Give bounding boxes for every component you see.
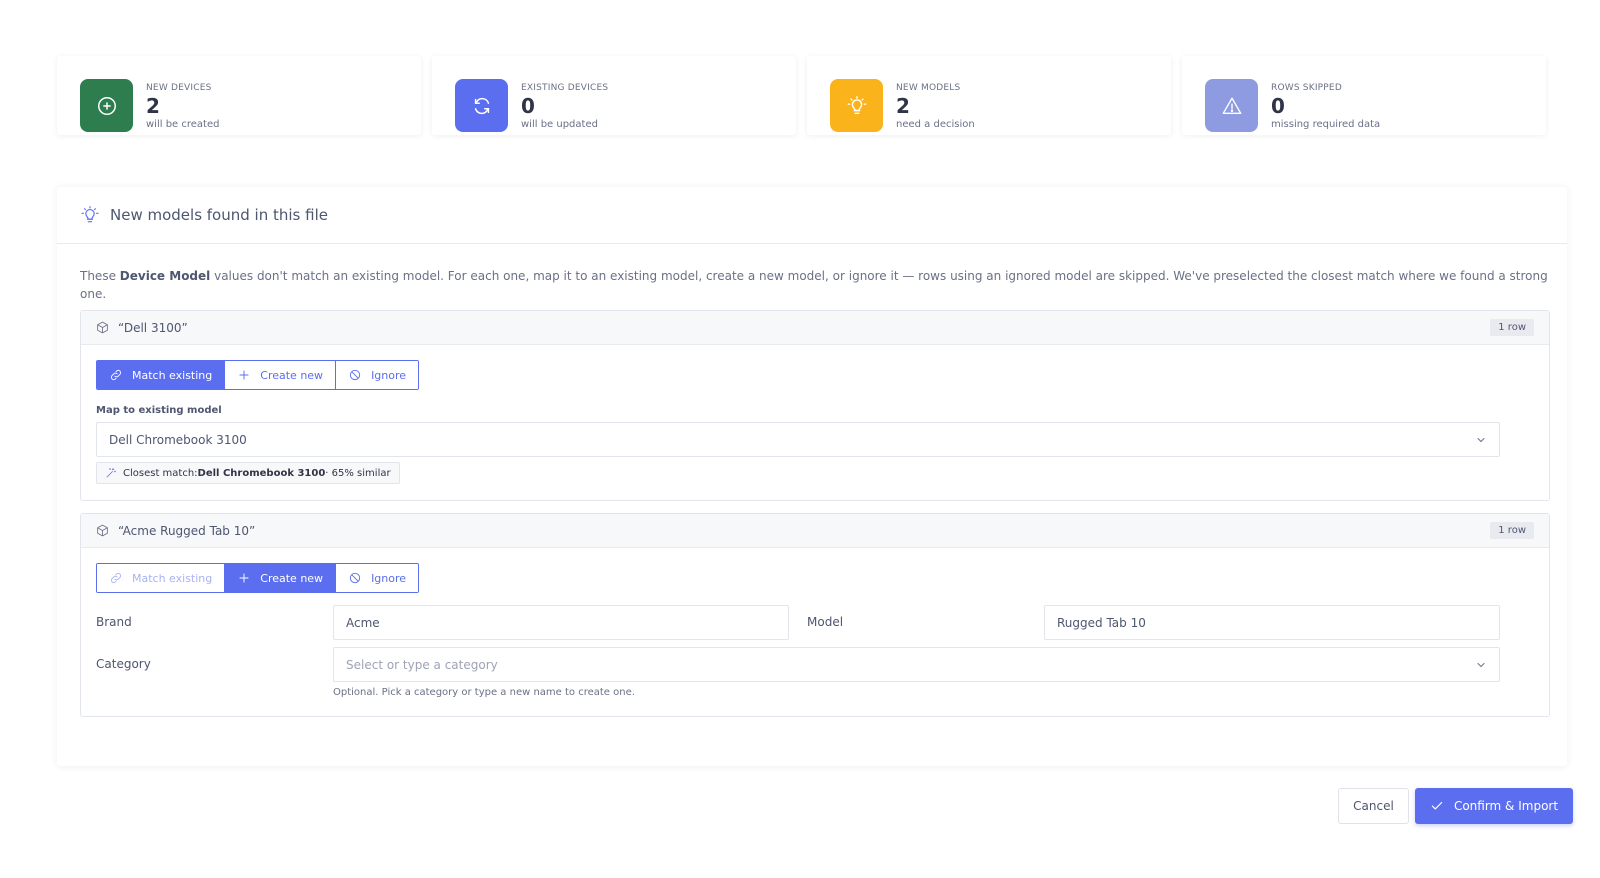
category-help-text: Optional. Pick a category or type a new … (333, 687, 635, 698)
stat-card-new-devices: NEW DEVICES 2 will be created (57, 56, 421, 135)
warning-icon (1205, 79, 1258, 132)
row-count-badge: 1 row (1490, 319, 1534, 336)
cube-icon (97, 321, 108, 334)
cancel-button[interactable]: Cancel (1338, 788, 1409, 824)
stat-card-rows-skipped: ROWS SKIPPED 0 missing required data (1182, 56, 1546, 135)
model-card-header: “Dell 3100” 1 row (81, 311, 1549, 345)
stat-label: NEW DEVICES (146, 83, 212, 93)
ignore-button[interactable]: Ignore (336, 564, 419, 592)
new-models-panel: New models found in this file These Devi… (57, 187, 1567, 766)
category-select[interactable]: Select or type a category (333, 647, 1500, 682)
stat-sub: need a decision (896, 119, 975, 130)
confirm-import-button[interactable]: Confirm & Import (1415, 788, 1573, 824)
lightbulb-icon (81, 206, 99, 223)
stat-value: 0 (521, 94, 535, 118)
link-icon (111, 370, 121, 380)
plus-icon (239, 370, 249, 380)
cube-icon (97, 524, 108, 537)
magic-wand-icon (106, 468, 116, 478)
stat-card-existing-devices: EXISTING DEVICES 0 will be updated (432, 56, 796, 135)
match-existing-button[interactable]: Match existing (97, 361, 226, 389)
chevron-down-icon (1477, 438, 1485, 443)
create-new-button[interactable]: Create new (225, 361, 337, 389)
check-icon (1431, 801, 1443, 810)
ban-icon (349, 572, 361, 584)
ban-icon (349, 369, 361, 381)
existing-model-select[interactable]: Dell Chromebook 3100 (96, 422, 1500, 457)
stat-label: NEW MODELS (896, 83, 961, 93)
stat-sub: missing required data (1271, 119, 1381, 130)
resolution-toggle: Match existing Create new Ignore (96, 360, 420, 390)
intro-text: These Device Model values don't match an… (80, 269, 1548, 301)
model-card-header: “Acme Rugged Tab 10” 1 row (81, 514, 1549, 548)
closest-match-hint: Closest match: Dell Chromebook 3100 · 65… (96, 462, 400, 484)
link-icon (111, 573, 121, 583)
model-card-acme-rugged-tab: “Acme Rugged Tab 10” 1 row Match existin… (80, 513, 1550, 717)
resolution-toggle: Match existing Create new Ignore (96, 563, 420, 593)
stat-card-new-models: NEW MODELS 2 need a decision (807, 56, 1171, 135)
model-label: Model (807, 615, 844, 629)
stat-label: ROWS SKIPPED (1271, 83, 1342, 93)
lightbulb-icon (830, 79, 883, 132)
model-field[interactable]: Rugged Tab 10 (1044, 605, 1500, 640)
model-card-dell-3100: “Dell 3100” 1 row Match existing Create … (80, 310, 1550, 501)
create-new-button[interactable]: Create new (225, 564, 337, 592)
stat-sub: will be updated (521, 119, 598, 130)
refresh-icon (455, 79, 508, 132)
stat-value: 0 (1271, 94, 1285, 118)
category-label: Category (96, 657, 151, 671)
map-label: Map to existing model (96, 405, 222, 416)
brand-label: Brand (96, 615, 132, 629)
stat-sub: will be created (146, 119, 220, 130)
match-existing-button[interactable]: Match existing (97, 564, 226, 592)
stat-label: EXISTING DEVICES (521, 83, 609, 93)
brand-field[interactable]: Acme (333, 605, 789, 640)
stat-value: 2 (896, 94, 910, 118)
stat-value: 2 (146, 94, 160, 118)
model-name: “Acme Rugged Tab 10” (118, 523, 256, 538)
plus-circle-icon (80, 79, 133, 132)
plus-icon (239, 573, 249, 583)
ignore-button[interactable]: Ignore (336, 361, 419, 389)
model-name: “Dell 3100” (118, 320, 188, 335)
row-count-badge: 1 row (1490, 522, 1534, 539)
panel-title: New models found in this file (110, 206, 328, 224)
chevron-down-icon (1477, 663, 1485, 668)
stats-row: NEW DEVICES 2 will be created EXISTING D… (57, 56, 1567, 135)
panel-header: New models found in this file (57, 187, 1567, 244)
